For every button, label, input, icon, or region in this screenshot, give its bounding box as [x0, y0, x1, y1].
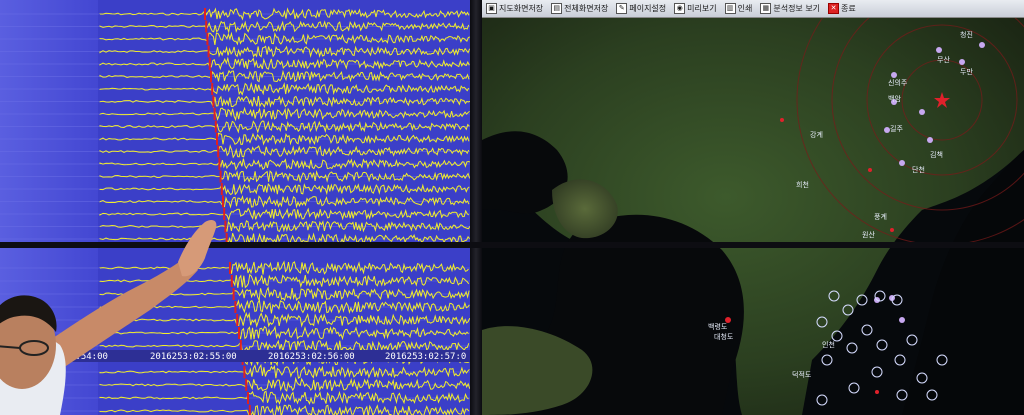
- city-label: 무산: [937, 56, 950, 64]
- toolbar-button-analysis[interactable]: ▦ 분석정보 보기: [760, 3, 820, 14]
- city-label: 김책: [930, 151, 943, 159]
- toolbar-button-close[interactable]: ✕ 종료: [828, 3, 856, 14]
- toolbar-label: 미리보기: [687, 4, 717, 13]
- analysis-info-icon: ▦: [760, 3, 772, 14]
- toolbar-label: 페이지설정: [629, 4, 667, 13]
- city-label: 덕적도: [792, 371, 812, 379]
- person-pointing: [0, 220, 217, 415]
- toolbar-label: 분석정보 보기: [773, 4, 821, 13]
- city-label: 청진: [960, 31, 973, 39]
- toolbar-label: 지도화면저장: [499, 4, 544, 13]
- page-setup-icon: ✎: [616, 3, 628, 14]
- city-label: 신의주: [888, 79, 908, 87]
- city-label: 두만: [960, 68, 973, 76]
- preview-icon: ◉: [674, 3, 686, 14]
- toolbar-button-page-setup[interactable]: ✎ 페이지설정: [616, 3, 666, 14]
- city-label: 강계: [810, 131, 823, 139]
- city-label: 희천: [796, 181, 809, 189]
- toolbar-label: 종료: [841, 4, 856, 13]
- city-label: 인천: [822, 341, 835, 349]
- print-icon: ▥: [724, 3, 736, 14]
- toolbar-button-preview[interactable]: ◉ 미리보기: [674, 3, 717, 14]
- map-reset-icon: ▣: [486, 3, 497, 14]
- city-label: 풍계: [874, 213, 887, 221]
- toolbar-button-print[interactable]: ▥ 인쇄: [724, 3, 753, 14]
- city-label: 백령도: [708, 323, 728, 331]
- close-icon: ✕: [828, 3, 840, 14]
- map-monitor: ▣ 지도화면저장 ▤ 전체화면저장 ✎ 페이지설정 ◉ 미리보기 ▥ 인쇄 ▦ 분석정보 보…: [482, 0, 1024, 415]
- city-label: 단천: [912, 166, 925, 174]
- monitor-bezel-vertical: [470, 0, 482, 415]
- toolbar-label: 전체화면저장: [564, 4, 609, 13]
- pointing-hand: [178, 220, 217, 277]
- city-label: 원산: [862, 231, 875, 239]
- city-label: 대청도: [714, 333, 734, 341]
- time-label: 2016253:02:57:0: [385, 352, 467, 362]
- pointing-arm: [50, 258, 198, 370]
- photo-scene: 2:54:00 2016253:02:55:00 2016253:02:56:0…: [0, 0, 1024, 415]
- toolbar-button-map-save[interactable]: ▣ 지도화면저장: [486, 3, 543, 14]
- city-label: 백암: [888, 95, 901, 103]
- city-label: 길주: [890, 125, 903, 133]
- map-toolbar: ▣ 지도화면저장 ▤ 전체화면저장 ✎ 페이지설정 ◉ 미리보기 ▥ 인쇄 ▦ 분석정보 보…: [482, 0, 1024, 18]
- toolbar-label: 인쇄: [737, 4, 753, 13]
- save-screen-icon: ▤: [551, 3, 563, 14]
- toolbar-button-full-save[interactable]: ▤ 전체화면저장: [551, 3, 608, 14]
